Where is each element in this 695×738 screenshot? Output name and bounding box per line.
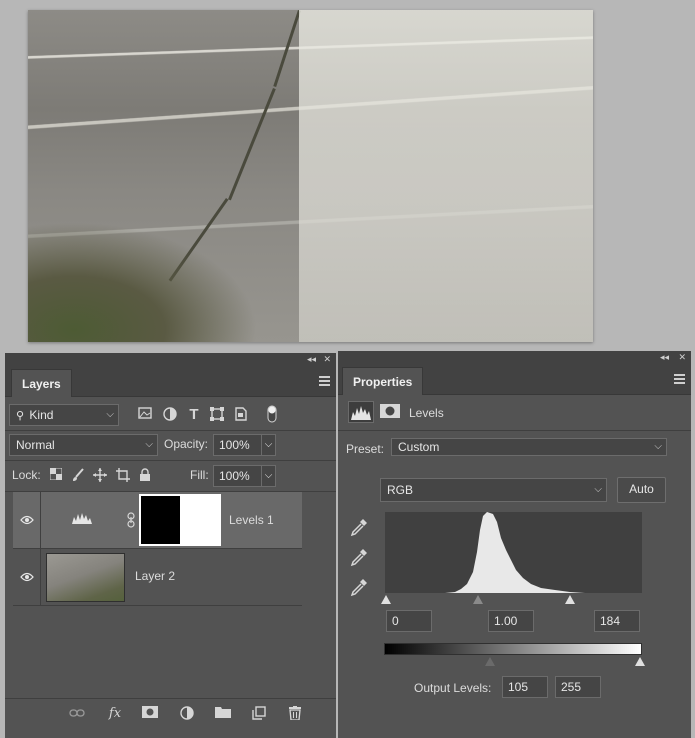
histogram-graph <box>385 512 585 593</box>
input-black-slider[interactable] <box>381 595 391 604</box>
white-point-eyedropper-icon[interactable] <box>349 577 369 600</box>
output-black-field[interactable]: 105 <box>502 676 548 698</box>
lock-all-icon[interactable] <box>137 468 153 484</box>
layers-bottom-toolbar: fx <box>5 698 336 738</box>
adjustment-filter-icon[interactable] <box>162 407 178 423</box>
new-layer-icon[interactable] <box>251 706 267 722</box>
pixel-filter-icon[interactable] <box>137 407 153 423</box>
opacity-label: Opacity: <box>164 437 209 451</box>
filter-row: ⚲ Kind ⌵ T <box>5 399 336 429</box>
lock-label: Lock: <box>12 468 41 482</box>
gray-point-eyedropper-icon[interactable] <box>349 547 369 570</box>
blend-mode-value: Normal <box>16 438 55 452</box>
panel-menu-icon[interactable] <box>674 374 685 386</box>
fill-label: Fill: <box>190 468 209 482</box>
close-icon[interactable]: ✕ <box>323 354 331 365</box>
chevron-down-icon: ⌵ <box>594 484 602 495</box>
eye-icon <box>20 515 34 525</box>
preset-select[interactable]: Custom ⌵ <box>391 438 667 456</box>
channel-value: RGB <box>387 483 414 497</box>
visibility-toggle[interactable] <box>13 549 41 605</box>
panel-menu-icon[interactable] <box>319 376 330 388</box>
layer-row-layer-2[interactable]: Layer 2 <box>13 549 302 606</box>
layer-thumbnail[interactable] <box>46 553 125 602</box>
layer-mask-thumbnail[interactable] <box>139 494 221 546</box>
new-adjustment-layer-icon[interactable] <box>179 706 195 722</box>
new-group-folder-icon[interactable] <box>215 706 231 722</box>
layers-tab-bar: Layers <box>5 367 336 397</box>
input-white-field[interactable]: 184 <box>594 610 640 632</box>
divider <box>338 430 691 431</box>
layers-list: Levels 1 Layer 2 <box>5 491 336 698</box>
eye-icon <box>20 572 34 582</box>
input-gamma-slider[interactable] <box>473 595 483 604</box>
collapse-icon[interactable]: ◂◂ <box>660 352 669 363</box>
filter-kind-select[interactable]: ⚲ Kind ⌵ <box>9 404 119 426</box>
input-gamma-field[interactable]: 1.00 <box>488 610 534 632</box>
filter-toggle-icon[interactable] <box>264 405 280 423</box>
channel-select[interactable]: RGB ⌵ <box>380 478 607 502</box>
auto-button[interactable]: Auto <box>617 477 666 503</box>
fill-dropdown-icon[interactable]: ⌵ <box>261 465 276 487</box>
shape-filter-icon[interactable] <box>209 407 225 423</box>
output-white-slider[interactable] <box>635 657 645 666</box>
filter-kind-label: Kind <box>29 408 54 422</box>
chevron-down-icon: ⌵ <box>145 439 153 450</box>
smart-object-filter-icon[interactable] <box>233 407 249 423</box>
opacity-input[interactable]: 100% <box>213 434 263 456</box>
blend-row: Normal ⌵ Opacity: 100% ⌵ <box>5 431 336 461</box>
fill-input[interactable]: 100% <box>213 465 263 487</box>
blend-mode-select[interactable]: Normal ⌵ <box>9 434 158 456</box>
lock-transparent-icon[interactable] <box>48 467 64 484</box>
delete-layer-trash-icon[interactable] <box>287 706 303 722</box>
opacity-dropdown-icon[interactable]: ⌵ <box>261 434 276 456</box>
layers-panel: ◂◂ ✕ Layers ⚲ Kind ⌵ T Normal ⌵ Opacity:… <box>5 353 336 738</box>
input-black-field[interactable]: 0 <box>386 610 432 632</box>
adjustment-title: Levels <box>409 406 444 420</box>
lock-artboard-icon[interactable] <box>115 468 131 484</box>
type-filter-icon[interactable]: T <box>186 407 202 423</box>
output-gradient-bar <box>384 643 642 655</box>
mask-properties-icon[interactable] <box>380 404 400 421</box>
collapse-icon[interactable]: ◂◂ <box>307 354 316 365</box>
tab-properties[interactable]: Properties <box>342 367 424 395</box>
panel-top-bar: ◂◂ ✕ <box>5 353 336 367</box>
masked-brightened-region <box>299 10 593 342</box>
levels-adjustment-icon[interactable] <box>348 401 374 423</box>
layer-row-levels-1[interactable]: Levels 1 <box>13 492 302 549</box>
grass-patch <box>28 222 258 342</box>
histogram <box>385 512 642 593</box>
lock-row: Lock: Fill: 100% ⌵ <box>5 461 336 491</box>
adjustment-header: Levels <box>338 396 691 428</box>
panel-top-bar: ◂◂ ✕ <box>338 351 691 365</box>
mask-link-icon[interactable] <box>127 512 135 531</box>
output-levels-label: Output Levels: <box>414 681 492 695</box>
levels-adjustment-icon <box>71 511 93 528</box>
link-layers-icon[interactable] <box>69 706 85 722</box>
layer-style-fx-icon[interactable]: fx <box>107 706 123 722</box>
preset-value: Custom <box>398 440 440 454</box>
add-mask-icon[interactable] <box>142 706 158 722</box>
input-white-slider[interactable] <box>565 595 575 604</box>
output-black-slider[interactable] <box>485 657 495 666</box>
pavement-crack <box>273 10 301 88</box>
tab-layers[interactable]: Layers <box>11 369 72 397</box>
layer-name[interactable]: Levels 1 <box>229 513 274 527</box>
close-icon[interactable]: ✕ <box>678 352 686 363</box>
layer-name[interactable]: Layer 2 <box>135 569 175 583</box>
black-point-eyedropper-icon[interactable] <box>349 517 369 540</box>
properties-tab-bar: Properties <box>338 365 691 395</box>
chevron-down-icon: ⌵ <box>106 409 114 420</box>
pavement-crack <box>228 88 276 201</box>
lock-image-brush-icon[interactable] <box>70 468 86 484</box>
visibility-toggle[interactable] <box>13 492 41 548</box>
output-white-field[interactable]: 255 <box>555 676 601 698</box>
document-canvas[interactable] <box>28 10 593 342</box>
lock-position-move-icon[interactable] <box>92 468 108 484</box>
search-icon: ⚲ <box>16 410 25 422</box>
preset-label: Preset: <box>346 442 385 456</box>
chevron-down-icon: ⌵ <box>654 441 662 452</box>
